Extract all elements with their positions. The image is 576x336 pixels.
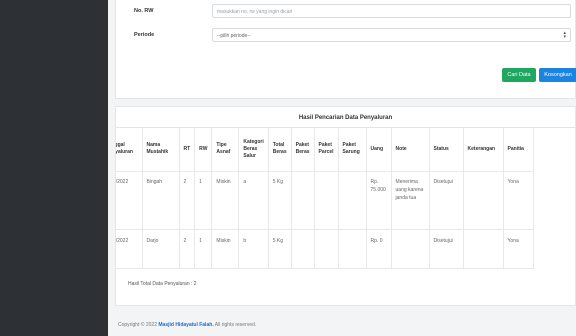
col-header: Paket Sarung — [338, 128, 367, 172]
table-cell: a — [238, 171, 269, 230]
table-cell — [463, 229, 504, 269]
table-cell: 2 — [179, 229, 196, 269]
table-cell: b — [238, 229, 269, 269]
table-cell: Yona — [503, 229, 534, 269]
periode-label: Periode — [134, 32, 155, 38]
col-header: Panitia — [503, 128, 534, 172]
table-cell: Darjo — [142, 229, 180, 269]
table-cell: 1 — [194, 229, 213, 269]
total-count-text: Hasil Total Data Penyaluran : 2 — [128, 281, 197, 287]
table-cell: Miskin — [211, 171, 240, 230]
search-button[interactable]: Cari Data — [502, 68, 536, 82]
result-table-scroll[interactable]: Tanggal Penyaluran Nama Mustahik RT RW T… — [116, 127, 575, 277]
col-header: Nama Mustahik — [142, 128, 180, 172]
select-arrows-icon: ▴ ▾ — [563, 30, 566, 40]
table-cell: Bingah — [142, 171, 180, 230]
table-cell: Miskin — [211, 229, 240, 269]
table-header-row: Tanggal Penyaluran Nama Mustahik RT RW T… — [116, 128, 534, 172]
footer-rights: All rights reserved. — [214, 322, 257, 328]
table-cell: Disetujui — [429, 171, 464, 230]
table-cell — [314, 229, 339, 269]
table-cell: 1/06/2022 — [116, 229, 143, 269]
col-header: Paket Beras — [291, 128, 315, 172]
table-row: 1/06/2022 Darjo 2 1 Miskin b 5 Kg Rp. 0 … — [116, 229, 534, 269]
rw-field-row: No. RW masukkan no. rw yang ingin dicari — [116, 4, 575, 18]
col-header: Total Beras — [268, 128, 292, 172]
col-header: Tanggal Penyaluran — [116, 128, 143, 172]
table-cell: 5 Kg — [268, 229, 292, 269]
footer: Copyright © 2022 Masjid Hidayatul Falah.… — [118, 322, 256, 328]
table-cell — [291, 229, 315, 269]
table-cell — [463, 171, 504, 230]
table-cell — [391, 229, 430, 269]
footer-copyright: Copyright © 2022 — [118, 322, 157, 328]
table-cell: 2 — [179, 171, 196, 230]
search-form-card: No. RW masukkan no. rw yang ingin dicari… — [115, 0, 576, 99]
periode-select[interactable]: --pilih periode-- ▴ ▾ — [212, 28, 571, 42]
result-card: Hasil Pencarian Data Penyaluran Tanggal … — [115, 106, 576, 306]
table-cell: 5 Kg — [268, 171, 292, 230]
table-cell — [291, 171, 315, 230]
table-cell: 1 — [194, 171, 213, 230]
result-title: Hasil Pencarian Data Penyaluran — [298, 115, 393, 121]
footer-brand-link[interactable]: Masjid Hidayatul Falah. — [158, 322, 213, 328]
table-cell — [314, 171, 339, 230]
periode-selected-value: --pilih periode-- — [217, 33, 251, 39]
table-cell: Menerima uang karena janda tua — [391, 171, 430, 230]
table-cell: Disetujui — [429, 229, 464, 269]
col-header: Uang — [366, 128, 392, 172]
table-row: 1/06/2022 Bingah 2 1 Miskin a 5 Kg Rp. 7… — [116, 171, 534, 230]
table-cell — [338, 229, 367, 269]
table-cell: 1/06/2022 — [116, 171, 143, 230]
sidebar — [0, 0, 108, 336]
col-header: RT — [179, 128, 196, 172]
col-header: Note — [391, 128, 430, 172]
result-table: Tanggal Penyaluran Nama Mustahik RT RW T… — [116, 128, 534, 269]
col-header: Paket Parcel — [314, 128, 339, 172]
col-header: Status — [429, 128, 464, 172]
periode-field-row: Periode --pilih periode-- ▴ ▾ — [116, 28, 575, 42]
reset-button[interactable]: Kosongkan — [539, 68, 576, 82]
table-cell — [338, 171, 367, 230]
table-cell: Yona — [503, 171, 534, 230]
main-content: No. RW masukkan no. rw yang ingin dicari… — [108, 0, 576, 336]
col-header: Keterangan — [463, 128, 504, 172]
rw-input[interactable]: masukkan no. rw yang ingin dicari — [212, 4, 571, 18]
table-cell: Rp. 0 — [366, 229, 392, 269]
col-header: Kategori Beras Salur — [238, 128, 269, 172]
table-cell: Rp. 75.000 — [366, 171, 392, 230]
rw-label: No. RW — [134, 8, 154, 14]
col-header: RW — [194, 128, 213, 172]
col-header: Tipe Asnaf — [211, 128, 240, 172]
